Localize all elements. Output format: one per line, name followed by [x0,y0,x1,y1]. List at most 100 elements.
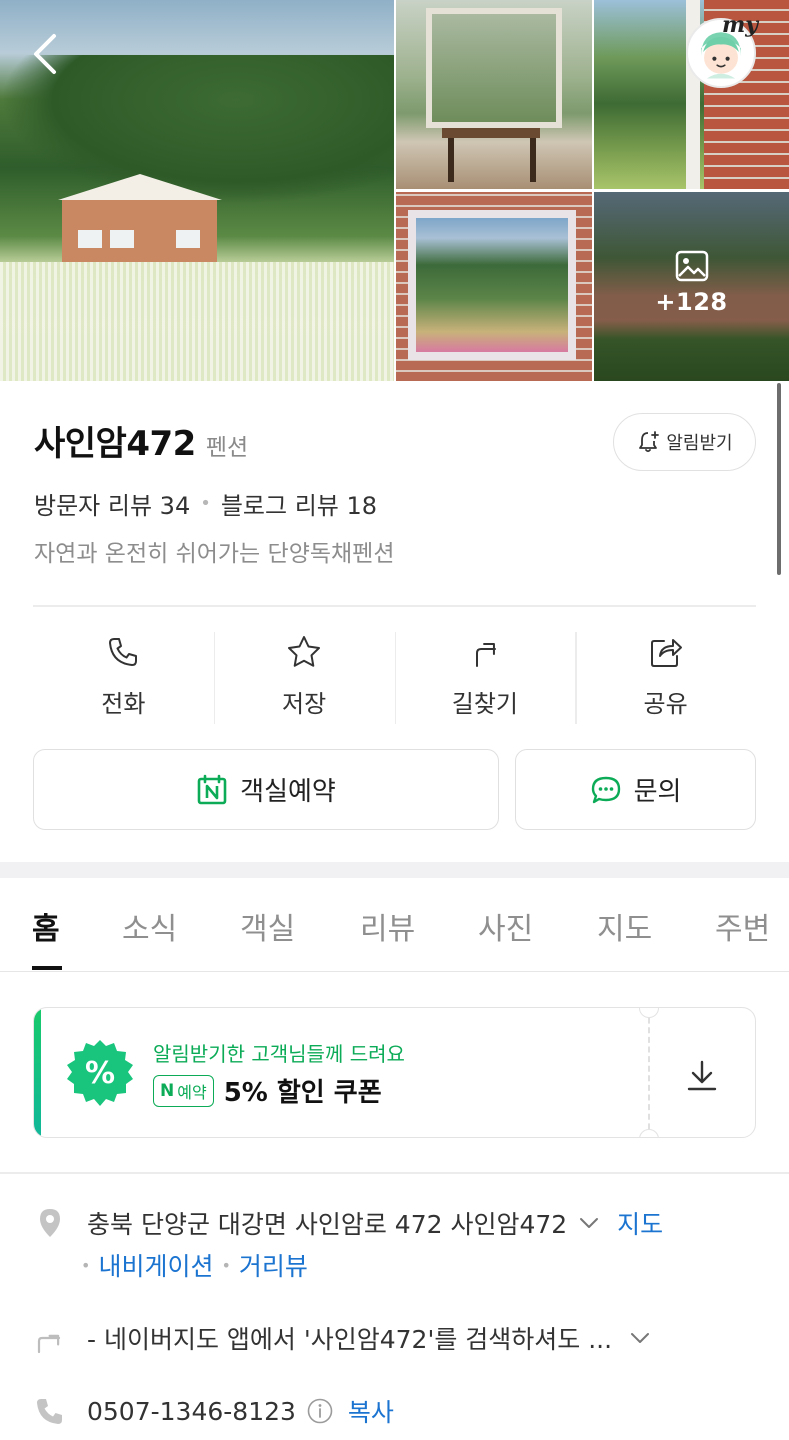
directions-label: 길찾기 [451,690,518,718]
cta-buttons: 객실예약 문의 [33,749,756,830]
coupon-perforation [648,1008,650,1137]
info-icon[interactable] [306,1397,334,1425]
image-icon [675,250,708,282]
more-photos-count: +128 [655,288,728,316]
room-booking-button[interactable]: 객실예약 [33,749,499,830]
photo-window [110,230,134,248]
divider [33,605,756,607]
navigation-link[interactable]: 내비게이션 [98,1247,213,1283]
tab-map[interactable]: 지도 [597,904,652,948]
chevron-down-icon[interactable] [575,1209,603,1237]
address-links-row: • 내비게이션 • 거리뷰 [81,1247,308,1283]
phone-row: 0507-1346-8123 복사 [33,1393,394,1429]
photo-roof [58,174,222,200]
directions-row: - 네이버지도 앱에서 '사인암472'를 검색하셔도 ... [33,1320,654,1356]
alarm-subscribe-button[interactable]: 알림받기 [613,413,756,471]
naver-booking-label: 예약 [177,1082,207,1102]
directions-icon [475,643,496,667]
photo-window [176,230,200,248]
address-text: 충북 단양군 대강면 사인암로 472 사인암472 [87,1210,568,1239]
blog-reviews-link[interactable]: 블로그 리뷰 18 [221,486,377,521]
photo-table-leg [448,138,454,182]
naver-n-mark: N [160,1080,175,1101]
separator-dot: • [200,493,211,514]
coupon-main: N 예약 5% 할인 쿠폰 [153,1072,382,1109]
directions-text: - 네이버지도 앱에서 '사인암472'를 검색하셔도 ... [87,1325,613,1354]
save-label: 저장 [282,690,327,718]
share-label: 공유 [643,690,688,718]
visitor-reviews-link[interactable]: 방문자 리뷰 34 [34,486,190,521]
discount-badge-icon: % [67,1040,133,1106]
my-badge: my [722,12,759,38]
separator-dot: • [81,1255,91,1275]
tab-news[interactable]: 소식 [122,904,177,948]
section-gap [0,862,789,878]
coupon-notch [639,1008,659,1018]
bell-plus-icon [639,431,660,453]
scrollbar[interactable] [777,383,781,575]
save-button[interactable]: 저장 [213,630,395,726]
star-icon [288,636,321,667]
coupon-title: 5% 할인 쿠폰 [223,1078,382,1108]
place-description: 자연과 온전히 쉬어가는 단양독채펜션 [34,541,395,567]
location-pin-icon [40,1209,60,1237]
address-row: 충북 단양군 대강면 사인암로 472 사인암472 지도 [33,1205,663,1241]
phone-number: 0507-1346-8123 [87,1396,296,1426]
phone-icon [37,1399,62,1424]
photo-thumbnail-more[interactable]: +128 [594,192,789,381]
photo-table-leg [530,138,536,182]
action-bar: 전화 저장 길찾기 공유 [33,630,756,726]
coupon-card[interactable]: % 알림받기한 고객님들께 드려요 N 예약 5% 할인 쿠폰 [33,1007,756,1138]
tab-rooms[interactable]: 객실 [240,904,295,948]
discount-badge-symbol: % [85,1056,115,1091]
directions-button[interactable]: 길찾기 [394,630,576,726]
street-view-link[interactable]: 거리뷰 [239,1247,308,1283]
inquiry-label: 문의 [633,777,682,807]
photo-table [442,128,540,138]
naver-booking-badge: N 예약 [153,1074,214,1107]
room-booking-label: 객실예약 [240,777,336,807]
review-stats: 방문자 리뷰 34 • 블로그 리뷰 18 [34,486,377,521]
tab-photos[interactable]: 사진 [478,904,533,948]
visitor-reviews-count: 34 [159,492,191,520]
chevron-down-icon[interactable] [626,1324,654,1352]
photo-thumbnail-frame[interactable] [396,192,592,381]
call-label: 전화 [101,690,146,718]
tab-nearby[interactable]: 주변 [715,904,770,948]
directions-icon [37,1334,61,1354]
booking-calendar-icon [197,774,227,804]
alarm-subscribe-label: 알림받기 [666,433,733,454]
back-arrow-icon[interactable] [26,28,66,80]
photo-picture-frame [408,210,576,360]
coupon-subtitle: 알림받기한 고객님들께 드려요 [153,1042,405,1066]
blog-reviews-label: 블로그 리뷰 [220,492,339,520]
active-tab-indicator [32,966,62,970]
place-title: 사인암472 [34,424,196,464]
map-link[interactable]: 지도 [617,1205,663,1241]
separator-dot: • [221,1255,231,1275]
tab-home[interactable]: 홈 [32,904,60,948]
inquiry-button[interactable]: 문의 [515,749,756,830]
photo-gallery: +128 my [0,0,789,381]
photo-window-frame [426,8,562,128]
call-button[interactable]: 전화 [33,630,214,726]
blog-reviews-count: 18 [346,492,378,520]
coupon-notch [639,1129,659,1137]
share-icon [650,639,682,667]
coupon-accent-bar [34,1008,41,1137]
tab-bar: 홈 소식 객실 리뷰 사진 지도 주변 [0,878,789,972]
place-category: 펜션 [205,435,249,461]
visitor-reviews-label: 방문자 리뷰 [34,492,153,520]
phone-icon [109,638,138,666]
chat-bubble-icon [591,776,620,803]
photo-window [78,230,102,248]
more-photos: +128 [594,250,789,316]
title-row: 사인암472 펜션 [34,416,248,465]
divider [0,1172,789,1174]
photo-flower-field [0,262,394,381]
download-icon[interactable] [682,1056,722,1096]
photo-thumbnail-dining[interactable] [396,0,592,189]
share-button[interactable]: 공유 [575,630,756,726]
copy-phone-button[interactable]: 복사 [348,1393,394,1429]
tab-reviews[interactable]: 리뷰 [360,904,415,948]
